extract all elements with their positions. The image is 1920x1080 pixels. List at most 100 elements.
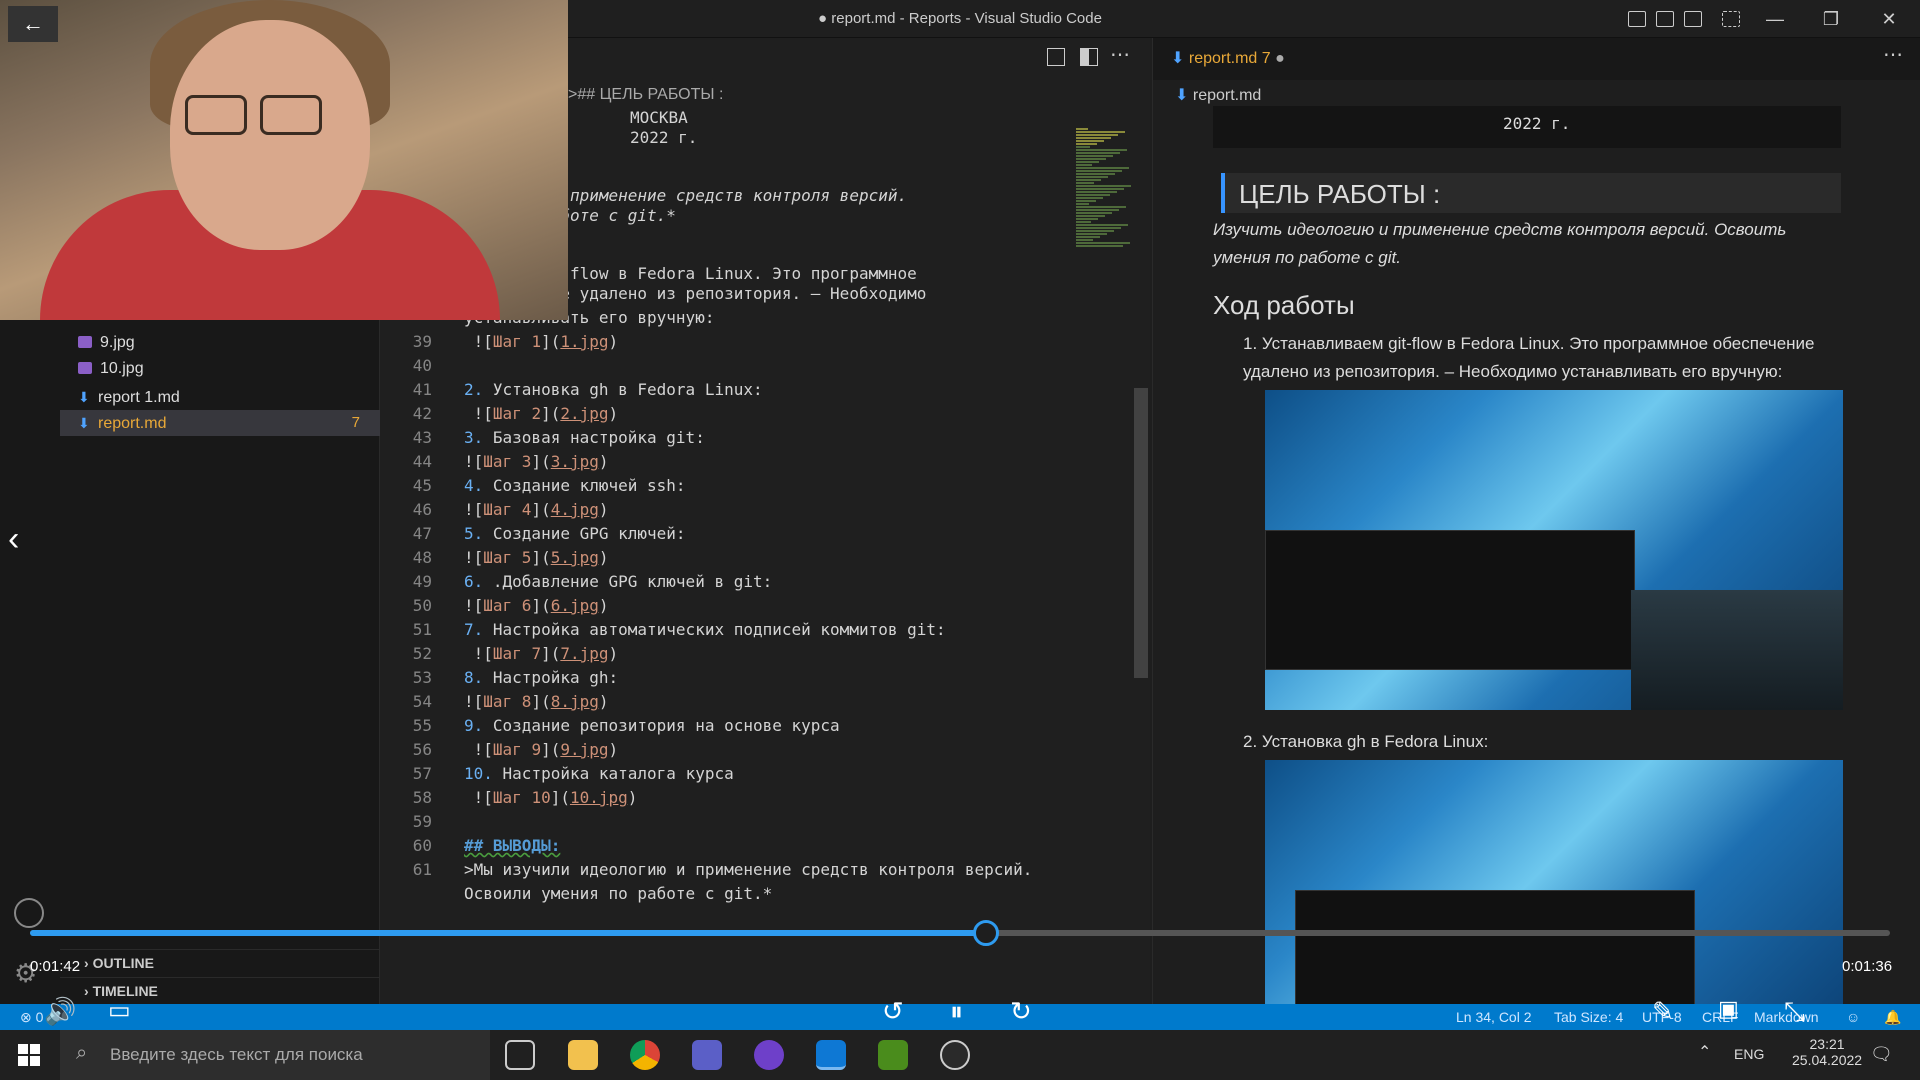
file-item[interactable]: ⬇ report 1.md	[60, 384, 380, 410]
code-line[interactable]: 45 4. Создание ключей ssh:	[380, 476, 1140, 500]
code-line[interactable]: 39 ![Шаг 1](1.jpg)	[380, 332, 1140, 356]
obs-icon[interactable]	[940, 1040, 970, 1070]
minimap-line	[1076, 149, 1127, 151]
minimize-button[interactable]: —	[1752, 6, 1798, 32]
tray-chevron-icon[interactable]: ⌃	[1698, 1042, 1711, 1062]
editor-scrollbar[interactable]	[1134, 388, 1148, 678]
line-number: 41	[412, 380, 432, 399]
code-line[interactable]: 44 ![Шаг 3](3.jpg)	[380, 452, 1140, 476]
more-actions-icon[interactable]: ⋯	[1883, 42, 1903, 67]
markdown-file-icon: ⬇	[78, 415, 90, 431]
errors-icon[interactable]: ⊗ 0	[20, 1009, 43, 1026]
line-text: ![Шаг 9](9.jpg)	[473, 740, 619, 759]
bell-icon[interactable]: 🔔	[1884, 1009, 1901, 1026]
more-actions-icon[interactable]: ⋯	[1110, 42, 1130, 67]
code-line[interactable]: 51 7. Настройка автоматических подписей к…	[380, 620, 1140, 644]
code-line[interactable]: 48 ![Шаг 5](5.jpg)	[380, 548, 1140, 572]
code-line[interactable]: 47 5. Создание GPG ключей:	[380, 524, 1140, 548]
line-number: 42	[412, 404, 432, 423]
volume-icon[interactable]: 🔊	[44, 996, 76, 1027]
minimap-line	[1076, 212, 1112, 214]
seek-knob[interactable]	[973, 920, 999, 946]
minimap-line	[1076, 221, 1091, 223]
code-line[interactable]: 49 6. .Добавление GPG ключей в git:	[380, 572, 1140, 596]
chevron-right-icon: ›	[84, 955, 93, 971]
list-item: 2. Установка gh в Fedora Linux:	[1243, 732, 1489, 751]
code-line[interactable]: 60 ## ВЫВОДЫ:	[380, 836, 1140, 860]
notifications-icon[interactable]: 🗨	[1870, 1044, 1893, 1065]
preview-tab[interactable]: ⬇ report.md 7 ●	[1171, 48, 1285, 68]
split-editor-icon[interactable]	[1080, 48, 1098, 66]
line-text: ![Шаг 5](5.jpg)	[464, 548, 609, 567]
code-line[interactable]: 55 9. Создание репозитория на основе курс…	[380, 716, 1140, 740]
code-line[interactable]: 56 ![Шаг 9](9.jpg)	[380, 740, 1140, 764]
code-line[interactable]: 54 ![Шаг 8](8.jpg)	[380, 692, 1140, 716]
code-line[interactable]: 50 ![Шаг 6](6.jpg)	[380, 596, 1140, 620]
feedback-icon[interactable]: ☺	[1846, 1009, 1860, 1025]
code-line[interactable]: 52 ![Шаг 7](7.jpg)	[380, 644, 1140, 668]
previous-chevron-icon[interactable]: ‹	[8, 520, 19, 559]
outline-section[interactable]: › OUTLINE	[60, 949, 380, 975]
search-icon: ⌕	[76, 1042, 88, 1064]
vscode-icon[interactable]	[816, 1040, 846, 1070]
back-arrow-icon[interactable]: ←	[8, 6, 58, 42]
open-preview-icon[interactable]	[1047, 48, 1065, 66]
chrome-icon[interactable]	[630, 1040, 660, 1070]
code-line[interactable]: 58 ![Шаг 10](10.jpg)	[380, 788, 1140, 812]
file-item[interactable]: 10.jpg	[60, 356, 380, 382]
nvidia-icon[interactable]	[878, 1040, 908, 1070]
taskbar-search-input[interactable]: ⌕ Введите здесь текст для поиска	[60, 1030, 490, 1080]
line-number: 40	[412, 356, 432, 375]
pause-icon[interactable]: ⏸	[950, 996, 963, 1028]
fullscreen-exit-icon[interactable]: ⤡	[1784, 996, 1805, 1028]
line-number: 57	[412, 764, 432, 783]
toggle-panel-icon[interactable]	[1656, 11, 1674, 27]
maximize-button[interactable]: ❐	[1808, 6, 1854, 32]
close-button[interactable]: ✕	[1866, 6, 1912, 32]
forward-30-icon[interactable]: ↻	[1010, 996, 1032, 1027]
errors-count: 0	[35, 1009, 44, 1025]
terminal-window-image	[1265, 530, 1635, 670]
code-line[interactable]: 40	[380, 356, 1140, 380]
language-indicator[interactable]: ENG	[1734, 1046, 1764, 1062]
cursor-position[interactable]: Ln 34, Col 2	[1456, 1009, 1532, 1025]
pen-edit-icon[interactable]: ✎	[1652, 996, 1674, 1027]
account-icon[interactable]	[14, 898, 44, 928]
line-text: 5. Создание GPG ключей:	[464, 524, 686, 543]
progress-heading: Ход работы	[1213, 290, 1355, 320]
line-text: ![Шаг 4](4.jpg)	[464, 500, 609, 519]
code-line[interactable]: 43 3. Базовая настройка git:	[380, 428, 1140, 452]
captions-icon[interactable]: ▭	[108, 996, 131, 1025]
minimap-line	[1076, 158, 1106, 160]
code-line[interactable]: 57 10. Настройка каталога курса	[380, 764, 1140, 788]
code-line[interactable]: Освоили умения по работе с git.*	[380, 884, 1140, 908]
customize-layout-icon[interactable]	[1722, 11, 1740, 27]
windows-start-icon[interactable]	[18, 1044, 40, 1066]
github-desktop-icon[interactable]	[754, 1040, 784, 1070]
minimap-line	[1076, 245, 1123, 247]
task-view-icon[interactable]	[505, 1040, 535, 1070]
code-line[interactable]: 41 2. Установка gh в Fedora Linux:	[380, 380, 1140, 404]
minimap-line	[1076, 203, 1089, 205]
code-line[interactable]: 42 ![Шаг 2](2.jpg)	[380, 404, 1140, 428]
file-explorer-icon[interactable]	[568, 1040, 598, 1070]
line-number: 59	[412, 812, 432, 831]
code-line[interactable]: 59	[380, 812, 1140, 836]
code-line[interactable]: 53 8. Настройка gh:	[380, 668, 1140, 692]
rewind-10-icon[interactable]: ↺	[882, 996, 904, 1027]
file-item[interactable]: 9.jpg	[60, 330, 380, 356]
toggle-secondary-sidebar-icon[interactable]	[1684, 11, 1702, 27]
screenshot-image	[1265, 390, 1843, 710]
code-line[interactable]: 46 ![Шаг 4](4.jpg)	[380, 500, 1140, 524]
line-text: ![Шаг 10](10.jpg)	[473, 788, 638, 807]
tab-size[interactable]: Tab Size: 4	[1554, 1009, 1623, 1025]
mini-view-icon[interactable]: ▣	[1718, 996, 1739, 1022]
file-item-active[interactable]: ⬇ report.md 7	[60, 410, 380, 436]
minimap[interactable]	[1070, 108, 1140, 1008]
preview-breadcrumb[interactable]: ⬇ report.md	[1175, 85, 1261, 105]
code-line[interactable]: 61 >Мы изучили идеологию и применение сре…	[380, 860, 1140, 884]
clock[interactable]: 23:21 25.04.2022	[1792, 1036, 1862, 1068]
teams-icon[interactable]	[692, 1040, 722, 1070]
line-text: ![Шаг 6](6.jpg)	[464, 596, 609, 615]
toggle-sidebar-icon[interactable]	[1628, 11, 1646, 27]
